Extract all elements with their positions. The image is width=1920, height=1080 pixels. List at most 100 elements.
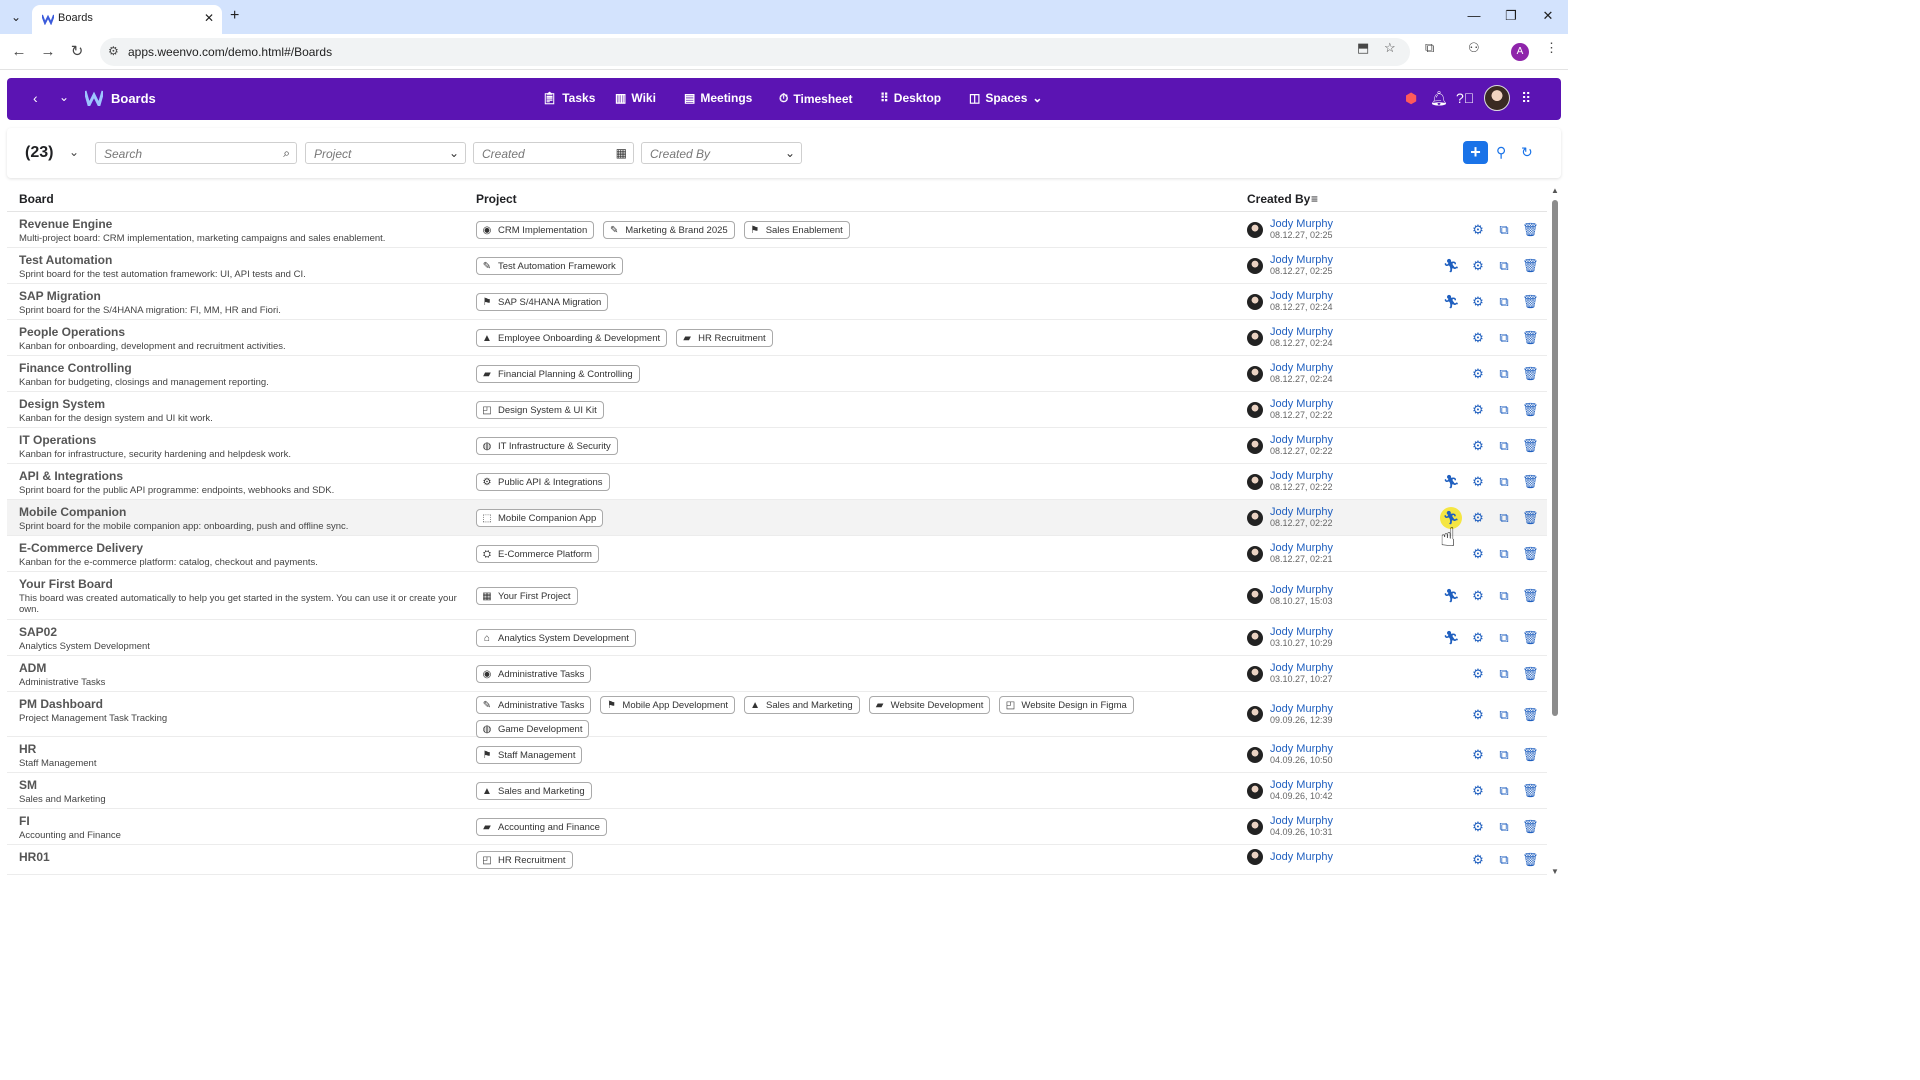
table-row[interactable]: Your First Board This board was created a… xyxy=(7,572,1547,620)
table-row[interactable]: SM Sales and Marketing ▲ Sales and Marketin… xyxy=(7,773,1547,809)
copy-icon[interactable]: ⧉ xyxy=(1496,366,1512,382)
table-row[interactable]: API & Integrations Sprint board for the p… xyxy=(7,464,1547,500)
board-title[interactable]: HR01 xyxy=(19,850,50,864)
copy-icon[interactable]: ⧉ xyxy=(1496,294,1512,310)
copy-icon[interactable]: ⧉ xyxy=(1496,438,1512,454)
table-row[interactable]: E-Commerce Delivery Kanban for the e-comm… xyxy=(7,536,1547,572)
tab-close-icon[interactable]: ✕ xyxy=(204,11,214,25)
forward-icon[interactable]: → xyxy=(38,42,58,62)
copy-icon[interactable]: ⧉ xyxy=(1496,402,1512,418)
board-title[interactable]: Test Automation xyxy=(19,253,112,267)
copy-icon[interactable]: ⧉ xyxy=(1496,630,1512,646)
created-by-select[interactable]: Created By ⌄ xyxy=(641,142,802,164)
trash-icon[interactable]: 🗑︎ xyxy=(1522,666,1539,682)
project-chip[interactable]: ◉ CRM Implementation xyxy=(476,221,595,239)
table-row[interactable]: Mobile Companion Sprint board for the mob… xyxy=(7,500,1547,536)
hexagon-alert-icon[interactable]: ⬢ xyxy=(1405,90,1417,107)
board-title[interactable]: FI xyxy=(19,814,30,828)
restore-icon[interactable]: ❐ xyxy=(1501,8,1521,24)
copy-icon[interactable]: ⧉ xyxy=(1496,330,1512,346)
help-icon[interactable]: ?⃝ xyxy=(1456,90,1474,106)
project-chip[interactable]: ⛭ E-Commerce Platform xyxy=(476,545,599,563)
copy-icon[interactable]: ⧉ xyxy=(1496,588,1512,604)
scroll-down-icon[interactable]: ▼ xyxy=(1551,867,1559,876)
project-chip[interactable]: ⚑ Mobile App Development xyxy=(600,696,736,714)
gear-icon[interactable]: ⚙ xyxy=(1470,438,1486,454)
user-avatar[interactable] xyxy=(1484,85,1510,111)
creator-name[interactable]: Jody Murphy xyxy=(1270,627,1333,638)
trash-icon[interactable]: 🗑︎ xyxy=(1522,747,1539,763)
site-info-icon[interactable]: ⚙ xyxy=(108,44,119,58)
address-bar[interactable]: ⚙ apps.weenvo.com/demo.html#/Boards xyxy=(100,38,1410,66)
nav-wiki[interactable]: ▥ Wiki xyxy=(615,91,656,105)
table-row[interactable]: Test Automation Sprint board for the test… xyxy=(7,248,1547,284)
project-chip[interactable]: ▲ Sales and Marketing xyxy=(476,782,592,800)
project-chip[interactable]: ✎ Test Automation Framework xyxy=(476,257,623,275)
table-row[interactable]: Revenue Engine Multi-project board: CRM i… xyxy=(7,212,1547,248)
minimize-icon[interactable]: — xyxy=(1464,8,1484,23)
project-chip[interactable]: ▰ Financial Planning & Controlling xyxy=(476,365,640,383)
nav-timesheet[interactable]: ⏱︎ Timesheet xyxy=(779,91,853,106)
trash-icon[interactable]: 🗑︎ xyxy=(1522,402,1539,418)
project-chip[interactable]: ▰ Website Development xyxy=(868,696,991,714)
board-title[interactable]: SM xyxy=(19,778,37,792)
project-chip[interactable]: ▲ Sales and Marketing xyxy=(744,696,860,714)
gear-icon[interactable]: ⚙ xyxy=(1470,852,1486,868)
gear-icon[interactable]: ⚙ xyxy=(1470,666,1486,682)
table-row[interactable]: FI Accounting and Finance ▰ Accounting and … xyxy=(7,809,1547,845)
nav-desktop[interactable]: ⠿ Desktop xyxy=(880,91,941,105)
search-icon[interactable]: ⌕ xyxy=(283,146,290,161)
project-chip[interactable]: ◰ Design System & UI Kit xyxy=(476,401,604,419)
trash-icon[interactable]: 🗑︎ xyxy=(1522,588,1539,604)
chevron-down-icon[interactable]: ⌄ xyxy=(69,145,79,159)
table-row[interactable]: Finance Controlling Kanban for budgeting,… xyxy=(7,356,1547,392)
gear-icon[interactable]: ⚙ xyxy=(1470,819,1486,835)
project-select[interactable]: Project ⌄ xyxy=(305,142,466,164)
board-title[interactable]: SAP02 xyxy=(19,625,57,639)
copy-icon[interactable]: ⧉ xyxy=(1496,707,1512,723)
add-board-button[interactable]: + xyxy=(1463,141,1488,164)
creator-name[interactable]: Jody Murphy xyxy=(1270,585,1333,596)
board-title[interactable]: ADM xyxy=(19,661,46,675)
sprint-runner-icon[interactable]: 🏃︎ xyxy=(1443,258,1460,274)
table-row[interactable]: HR01 ◰ HR Recruitment Jody Murphy ⚙ ⧉ 🗑︎ xyxy=(7,845,1547,875)
table-row[interactable]: ADM Administrative Tasks ◉ Administrative T… xyxy=(7,656,1547,692)
nav-meetings[interactable]: ▤ Meetings xyxy=(684,91,752,105)
creator-name[interactable]: Jody Murphy xyxy=(1270,219,1333,230)
project-chip[interactable]: ▲ Employee Onboarding & Development xyxy=(476,329,668,347)
created-date-input[interactable]: Created ▦ xyxy=(473,142,634,164)
creator-name[interactable]: Jody Murphy xyxy=(1270,435,1333,446)
trash-icon[interactable]: 🗑︎ xyxy=(1522,222,1539,238)
creator-name[interactable]: Jody Murphy xyxy=(1270,507,1333,518)
project-chip[interactable]: ◰ Website Design in Figma xyxy=(999,696,1134,714)
new-tab-icon[interactable]: + xyxy=(230,7,239,25)
board-title[interactable]: People Operations xyxy=(19,325,125,339)
project-chip[interactable]: ⬚ Mobile Companion App xyxy=(476,509,604,527)
creator-name[interactable]: Jody Murphy xyxy=(1270,471,1333,482)
trash-icon[interactable]: 🗑︎ xyxy=(1522,630,1539,646)
creator-name[interactable]: Jody Murphy xyxy=(1270,363,1333,374)
filter-lines-icon[interactable]: ≡ xyxy=(1311,192,1318,206)
trash-icon[interactable]: 🗑︎ xyxy=(1522,474,1539,490)
trash-icon[interactable]: 🗑︎ xyxy=(1522,438,1539,454)
back-icon[interactable]: ← xyxy=(9,42,29,62)
gear-icon[interactable]: ⚙ xyxy=(1470,546,1486,562)
copy-icon[interactable]: ⧉ xyxy=(1496,258,1512,274)
browser-menu-icon[interactable]: ⋮ xyxy=(1545,40,1558,56)
sprint-runner-icon[interactable]: 🏃︎ xyxy=(1443,294,1460,310)
table-row[interactable]: SAP Migration Sprint board for the S/4HAN… xyxy=(7,284,1547,320)
board-title[interactable]: Revenue Engine xyxy=(19,217,112,231)
chevron-down-icon[interactable]: ⌄ xyxy=(59,90,69,104)
apps-grid-icon[interactable]: ⠿ xyxy=(1521,90,1531,107)
bookmark-star-icon[interactable]: ☆ xyxy=(1384,40,1396,56)
column-created-by[interactable]: Created By xyxy=(1247,192,1310,206)
sprint-runner-icon[interactable]: 🏃︎ xyxy=(1443,474,1460,490)
gear-icon[interactable]: ⚙ xyxy=(1470,707,1486,723)
creator-name[interactable]: Jody Murphy xyxy=(1270,816,1333,827)
copy-icon[interactable]: ⧉ xyxy=(1496,852,1512,868)
scroll-up-icon[interactable]: ▲ xyxy=(1551,186,1559,195)
column-board[interactable]: Board xyxy=(19,192,54,206)
trash-icon[interactable]: 🗑︎ xyxy=(1522,852,1539,868)
weenvo-logo-icon[interactable] xyxy=(85,90,103,106)
creator-name[interactable]: Jody Murphy xyxy=(1270,543,1333,554)
